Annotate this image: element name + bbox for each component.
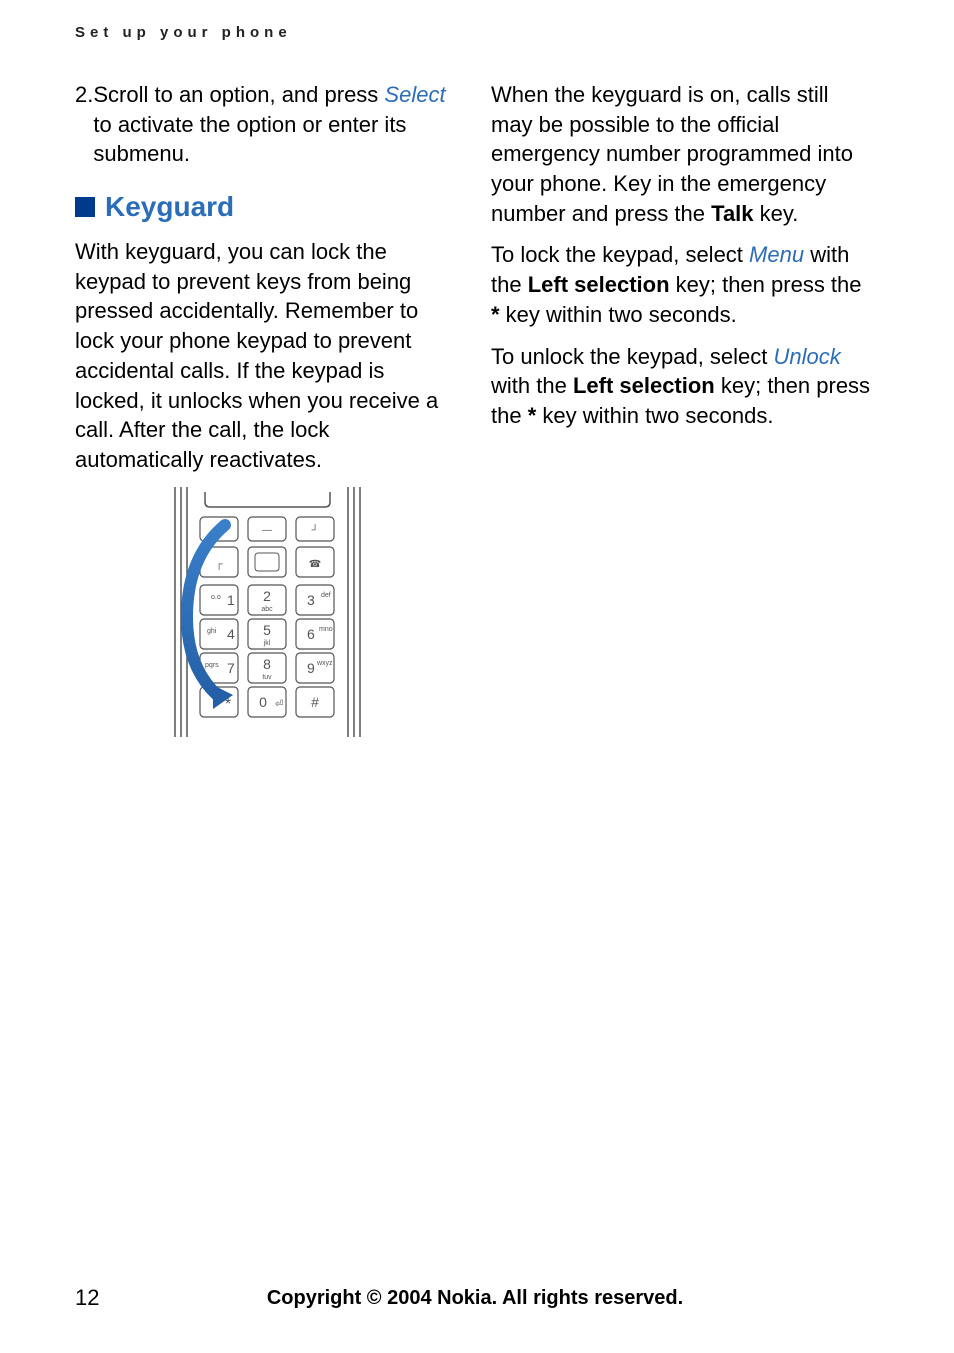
svg-text:9: 9 — [307, 660, 315, 676]
text-fragment: with the — [491, 373, 573, 398]
item-text: Scroll to an option, and press Select to… — [93, 80, 459, 169]
svg-text:pqrs: pqrs — [205, 662, 219, 669]
svg-text:┌: ┌ — [215, 559, 223, 570]
svg-text:5: 5 — [263, 622, 271, 638]
svg-text:wxyz: wxyz — [316, 660, 333, 667]
bold-keyname: Left selection — [573, 373, 715, 398]
text-fragment: key; then press the — [670, 272, 862, 297]
item-number: 2. — [75, 80, 93, 169]
svg-text:mno: mno — [319, 626, 333, 633]
paragraph: To unlock the keypad, select Unlock with… — [491, 342, 875, 431]
content-area: 2. Scroll to an option, and press Select… — [75, 80, 875, 737]
select-link: Select — [384, 82, 445, 107]
svg-text:—: — — [262, 525, 272, 536]
svg-text:0: 0 — [259, 694, 267, 710]
section-title: Keyguard — [105, 191, 234, 223]
bold-keyname: Left selection — [528, 272, 670, 297]
text-fragment: When the keyguard is on, calls still may… — [491, 82, 853, 226]
svg-text:⏎: ⏎ — [275, 699, 283, 710]
bullet-square-icon — [75, 197, 95, 217]
paragraph: To lock the keypad, select Menu with the… — [491, 240, 875, 329]
text-fragment: key. — [754, 201, 799, 226]
page-number: 12 — [75, 1285, 135, 1311]
right-column: When the keyguard is on, calls still may… — [491, 80, 875, 737]
text-fragment: to activate the option or enter its subm… — [93, 112, 406, 167]
svg-text:7: 7 — [227, 660, 235, 676]
bold-keyname: * — [491, 302, 500, 327]
paragraph: With keyguard, you can lock the keypad t… — [75, 237, 459, 475]
bold-keyname: Talk — [711, 201, 753, 226]
svg-text:def: def — [321, 592, 331, 599]
svg-text:ghi: ghi — [207, 628, 217, 635]
keypad-illustration: ⌐ — ┘ ┌ ☎ o.o 1 2 abc 3 def — [165, 487, 370, 737]
text-fragment: key within two seconds. — [500, 302, 737, 327]
left-column: 2. Scroll to an option, and press Select… — [75, 80, 459, 737]
svg-text:o.o: o.o — [211, 594, 221, 601]
svg-text:☎: ☎ — [308, 559, 320, 570]
svg-text:tuv: tuv — [262, 674, 272, 681]
section-heading: Keyguard — [75, 191, 459, 223]
svg-text:2: 2 — [263, 588, 271, 604]
text-fragment: To lock the keypad, select — [491, 242, 749, 267]
unlock-link: Unlock — [774, 344, 841, 369]
svg-text:jkl: jkl — [262, 640, 270, 647]
bold-keyname: * — [528, 403, 537, 428]
text-fragment: key within two seconds. — [536, 403, 773, 428]
text-fragment: Scroll to an option, and press — [93, 82, 384, 107]
menu-link: Menu — [749, 242, 804, 267]
svg-text:6: 6 — [307, 626, 315, 642]
copyright-text: Copyright © 2004 Nokia. All rights reser… — [135, 1287, 875, 1310]
numbered-item: 2. Scroll to an option, and press Select… — [75, 80, 459, 169]
svg-text:3: 3 — [307, 592, 315, 608]
svg-text:1: 1 — [227, 592, 235, 608]
running-header: Set up your phone — [75, 24, 292, 41]
svg-text:┘: ┘ — [310, 523, 318, 536]
svg-text:8: 8 — [263, 656, 271, 672]
svg-text:4: 4 — [227, 626, 235, 642]
svg-text:abc: abc — [261, 606, 273, 613]
text-fragment: To unlock the keypad, select — [491, 344, 774, 369]
paragraph: When the keyguard is on, calls still may… — [491, 80, 875, 228]
footer: 12 Copyright © 2004 Nokia. All rights re… — [75, 1285, 875, 1311]
svg-text:#: # — [311, 694, 319, 710]
